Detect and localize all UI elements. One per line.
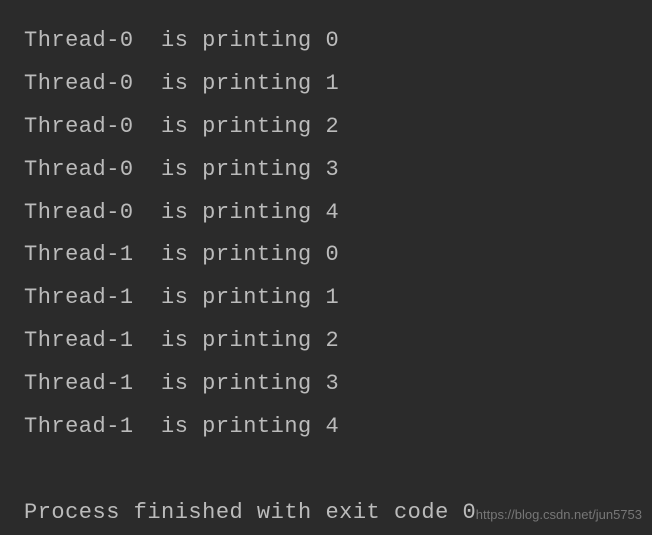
output-line: Thread-1 is printing 2	[24, 320, 628, 363]
output-line: Thread-0 is printing 0	[24, 20, 628, 63]
output-line: Thread-1 is printing 3	[24, 363, 628, 406]
output-line: Thread-1 is printing 0	[24, 234, 628, 277]
output-line: Thread-0 is printing 2	[24, 106, 628, 149]
output-line: Thread-1 is printing 4	[24, 406, 628, 449]
output-line: Thread-1 is printing 1	[24, 277, 628, 320]
watermark: https://blog.csdn.net/jun5753	[476, 507, 642, 522]
output-line: Thread-0 is printing 4	[24, 192, 628, 235]
output-line: Thread-0 is printing 3	[24, 149, 628, 192]
blank-line	[24, 449, 628, 492]
console-output: Thread-0 is printing 0 Thread-0 is print…	[24, 20, 628, 535]
output-line: Thread-0 is printing 1	[24, 63, 628, 106]
